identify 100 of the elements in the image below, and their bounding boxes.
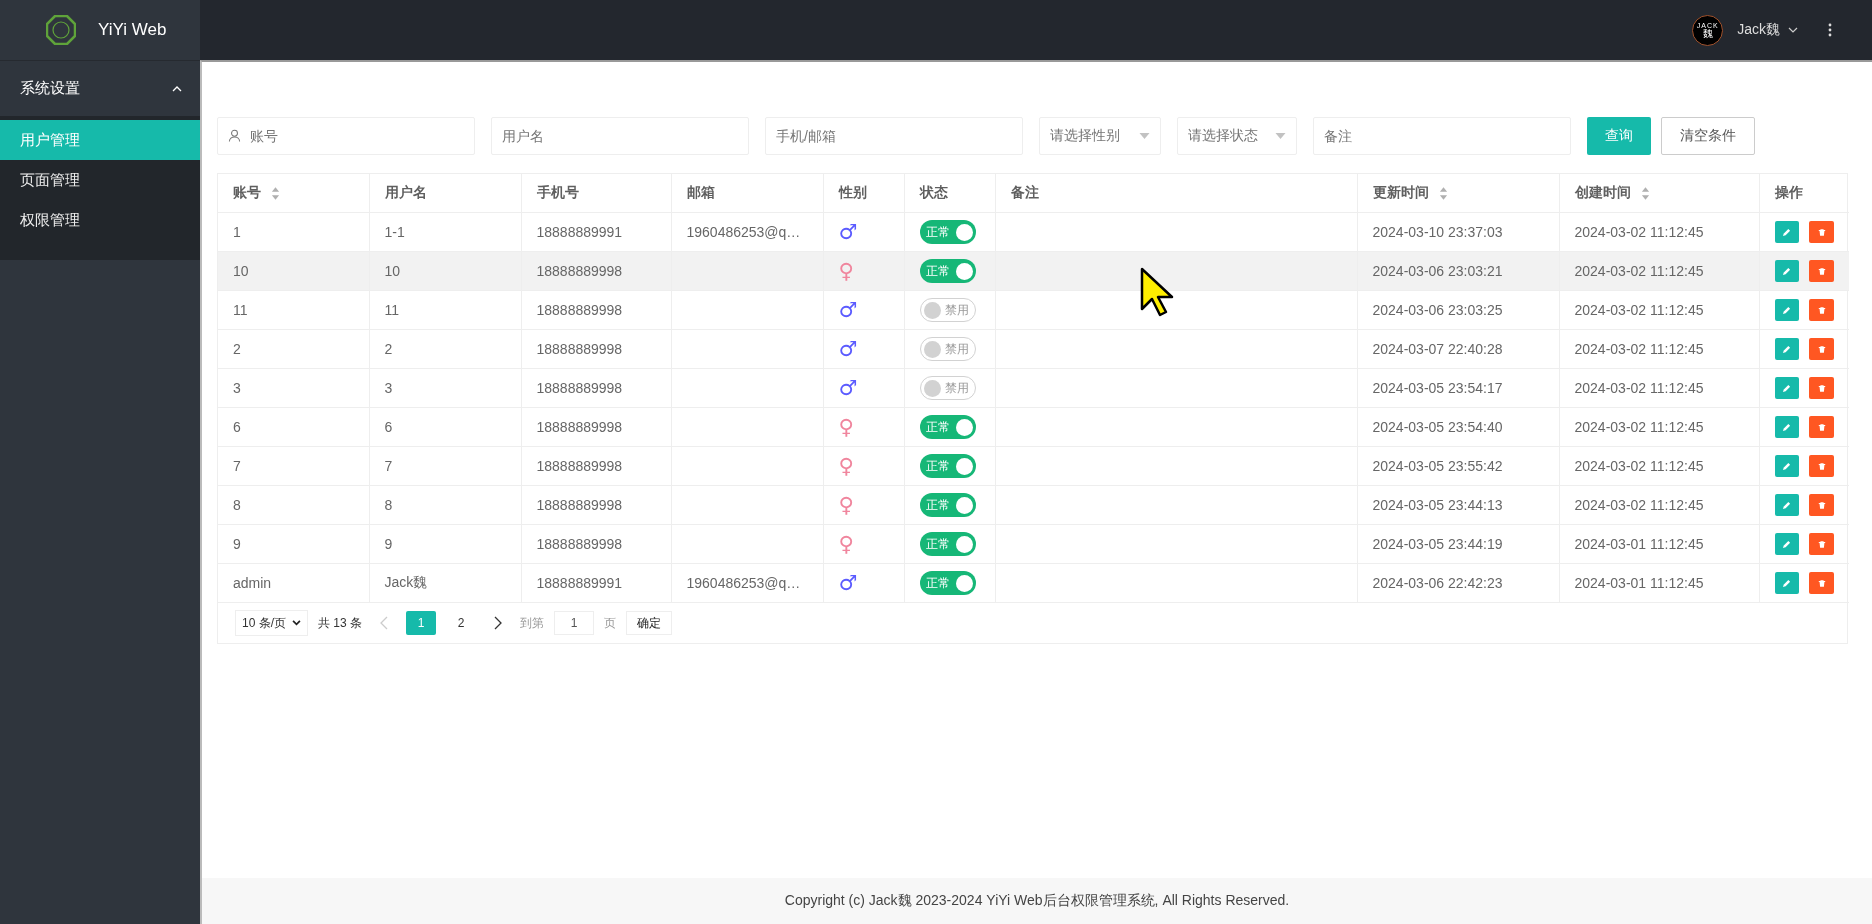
- table-cell: 2: [233, 341, 241, 357]
- caret-icon: [1139, 133, 1150, 139]
- table-cell: 7: [233, 458, 241, 474]
- clear-button[interactable]: 清空条件: [1661, 117, 1755, 155]
- pencil-icon: [1782, 344, 1792, 354]
- pencil-icon: [1782, 227, 1792, 237]
- table-cell: 18888889991: [536, 224, 623, 240]
- delete-button[interactable]: [1809, 455, 1834, 477]
- edit-button[interactable]: [1774, 572, 1800, 594]
- delete-button[interactable]: [1809, 416, 1834, 438]
- table-cell: 2024-03-02 11:12:45: [1574, 341, 1704, 357]
- page-input[interactable]: 1: [554, 611, 595, 635]
- edit-button[interactable]: [1774, 416, 1800, 438]
- delete-button[interactable]: [1809, 533, 1834, 555]
- edit-button[interactable]: [1774, 377, 1800, 399]
- table-cell: 18888889998: [536, 302, 623, 318]
- page-size-select[interactable]: 10 条/页: [235, 610, 308, 636]
- table-cell: 18888889998: [536, 536, 623, 552]
- confirm-button[interactable]: 确定: [626, 611, 673, 635]
- gender-symbol: ♀: [838, 453, 854, 478]
- remark-field[interactable]: 备注: [1313, 117, 1571, 155]
- gender-symbol: ♂: [838, 297, 858, 322]
- table-row[interactable]: 6 6 18888889998 ♀ 正常 2024-03-05 23:54:40 2024-03-02 11:12:45: [218, 407, 1849, 447]
- table-cell: 2024-03-02 11:12:45: [1574, 497, 1704, 513]
- table-cell: 2024-03-02 11:12:45: [1574, 263, 1704, 279]
- edit-button[interactable]: [1774, 533, 1800, 555]
- delete-button[interactable]: [1809, 299, 1834, 321]
- sort-icon[interactable]: [271, 186, 280, 200]
- column-header: 手机号: [521, 174, 671, 213]
- table-cell: 11: [384, 302, 400, 318]
- sidebar-item[interactable]: 权限管理: [0, 200, 200, 240]
- chevron-icon: [172, 85, 182, 92]
- page-unit: 页: [604, 614, 617, 632]
- table-row[interactable]: 8 8 18888889998 ♀ 正常 2024-03-05 23:44:13 2024-03-02 11:12:45: [218, 485, 1849, 525]
- table-cell: 18888889998: [536, 419, 623, 435]
- trash-icon: [1817, 461, 1826, 471]
- pencil-icon: [1782, 461, 1792, 471]
- table-row[interactable]: 9 9 18888889998 ♀ 正常 2024-03-05 23:44:19 2024-03-01 11:12:45: [218, 524, 1849, 564]
- username-field[interactable]: 用户名: [491, 117, 749, 155]
- table-row[interactable]: 1 1-1 18888889991 1960486253@q… ♂ 正常 2024-03-10 23:37:03 2024-03-02 11:12:45: [218, 212, 1849, 252]
- sort-icon[interactable]: [1438, 186, 1448, 200]
- table-cell: 2024-03-07 22:40:28: [1372, 341, 1503, 357]
- table-cell: 2024-03-05 23:55:42: [1372, 458, 1503, 474]
- delete-button[interactable]: [1809, 377, 1834, 399]
- caret-icon: [1275, 133, 1286, 139]
- table-cell: 2024-03-05 23:44:19: [1372, 536, 1503, 552]
- table-cell: 2024-03-06 22:42:23: [1372, 575, 1503, 591]
- table-cell: 10: [233, 263, 249, 279]
- table-row[interactable]: 7 7 18888889998 ♀ 正常 2024-03-05 23:55:42 2024-03-02 11:12:45: [218, 446, 1849, 486]
- gender-symbol: ♂: [838, 375, 858, 400]
- next-page-icon[interactable]: [494, 616, 503, 630]
- delete-button[interactable]: [1809, 338, 1834, 360]
- table-row[interactable]: 3 3 18888889998 ♂ 禁用 2024-03-05 23:54:17 2024-03-02 11:12:45: [218, 368, 1849, 408]
- status-select[interactable]: 请选择状态: [1177, 117, 1297, 155]
- table-row[interactable]: admin Jack魏 18888889991 1960486253@q… ♂ 正常 2024-03-06 22:42:23 2024-03-01 11:12:45: [218, 563, 1849, 603]
- trash-icon: [1817, 578, 1826, 588]
- account-field[interactable]: 账号: [217, 117, 475, 155]
- contact-field[interactable]: 手机/邮箱: [765, 117, 1023, 155]
- trash-icon: [1817, 227, 1826, 237]
- edit-button[interactable]: [1774, 299, 1800, 321]
- edit-button[interactable]: [1774, 260, 1800, 282]
- delete-button[interactable]: [1809, 494, 1834, 516]
- delete-button[interactable]: [1809, 260, 1834, 282]
- trash-icon: [1817, 266, 1826, 276]
- pencil-icon: [1782, 539, 1792, 549]
- table-cell: 2024-03-05 23:44:13: [1372, 497, 1503, 513]
- user-icon: [228, 129, 241, 142]
- edit-button[interactable]: [1774, 221, 1800, 243]
- more-icon[interactable]: [1828, 23, 1832, 37]
- table-cell: 2024-03-02 11:12:45: [1574, 380, 1704, 396]
- pencil-icon: [1782, 305, 1792, 315]
- table-cell: 3: [233, 380, 241, 396]
- goto-label: 到第: [520, 614, 545, 632]
- delete-button[interactable]: [1809, 221, 1834, 243]
- table-cell: 18888889998: [536, 497, 623, 513]
- column-header: 用户名: [369, 174, 521, 213]
- chevron-down-icon: [292, 620, 301, 626]
- table-cell: 2024-03-10 23:37:03: [1372, 224, 1503, 240]
- edit-button[interactable]: [1774, 455, 1800, 477]
- table-cell: 2024-03-01 11:12:45: [1574, 575, 1704, 591]
- table-cell: 2024-03-05 23:54:40: [1372, 419, 1503, 435]
- brand-title: YiYi Web: [98, 20, 167, 40]
- trash-icon: [1817, 422, 1826, 432]
- table-row[interactable]: 2 2 18888889998 ♂ 禁用 2024-03-07 22:40:28 2024-03-02 11:12:45: [218, 329, 1849, 369]
- user-name[interactable]: Jack魏: [1737, 21, 1780, 39]
- gender-symbol: ♂: [838, 219, 858, 244]
- delete-button[interactable]: [1809, 572, 1834, 594]
- copyright-text: Copyright (c) Jack魏 2023-2024 YiYi Web后台权限管理系统, All Rights Reserved.: [784, 892, 1290, 910]
- sidebar-item[interactable]: 页面管理: [0, 160, 200, 200]
- table-row[interactable]: 10 10 18888889998 ♀ 正常 2024-03-06 23:03:21 2024-03-02 11:12:45: [218, 251, 1849, 291]
- column-header: 状态: [904, 174, 995, 213]
- pencil-icon: [1782, 578, 1792, 588]
- trash-icon: [1817, 539, 1826, 549]
- column-header: 性别: [823, 174, 904, 213]
- edit-button[interactable]: [1774, 494, 1800, 516]
- edit-button[interactable]: [1774, 338, 1800, 360]
- gender-select[interactable]: 请选择性别: [1039, 117, 1161, 155]
- chevron-down-icon[interactable]: [1788, 27, 1798, 33]
- sort-icon[interactable]: [1640, 186, 1650, 200]
- table-cell: 10: [384, 263, 401, 279]
